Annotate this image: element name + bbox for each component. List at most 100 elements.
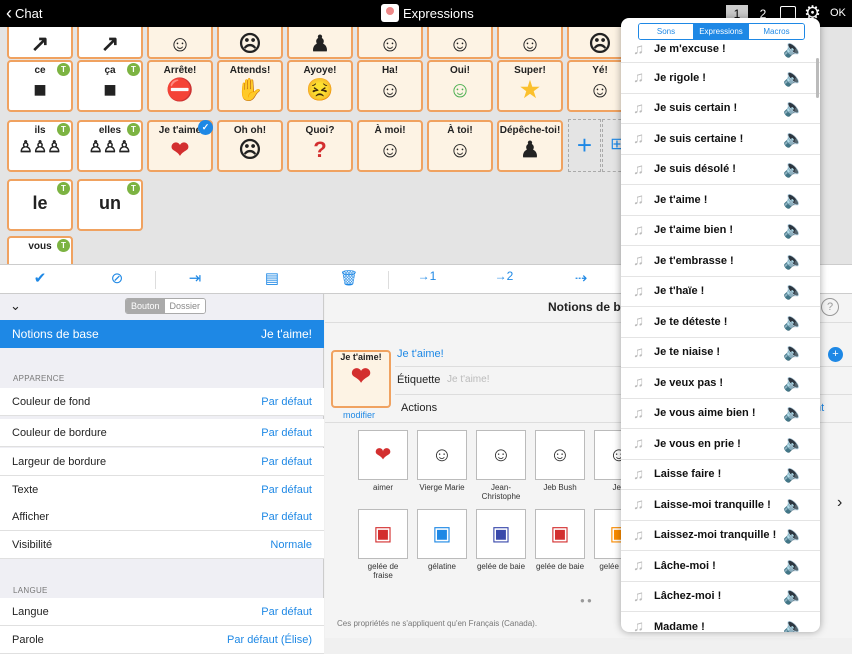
move-one-button[interactable]: →1 [412,269,442,283]
etiquette-input[interactable]: Je t'aime! [447,374,489,385]
grid-cell-un[interactable]: un T [77,179,143,231]
list-item[interactable]: ♫ Je vous aime bien ! 🔈 [621,399,820,429]
list-item[interactable]: ♫ Je t'aime ! 🔈 [621,185,820,216]
segment-expressions[interactable]: Expressions [694,24,749,39]
grid-cell-oui[interactable]: Oui! ☺ [427,60,493,112]
segment-dossier[interactable]: Dossier [164,299,206,313]
grid-cell[interactable]: ☺ [357,27,423,59]
speaker-icon[interactable]: 🔈 [783,190,804,210]
speaker-icon[interactable]: 🔈 [783,129,804,149]
prop-row[interactable]: Texte Par défaut [0,476,324,504]
selected-row[interactable]: Notions de base Je t'aime! [0,320,324,348]
speaker-icon[interactable]: 🔈 [783,556,804,576]
grid-cell[interactable]: ↗ [7,27,73,59]
speaker-icon[interactable]: 🔈 [783,98,804,118]
ok-button[interactable]: OK [830,7,846,19]
list-item[interactable]: ♫ Laisse-moi tranquille ! 🔈 [621,490,820,521]
list-item[interactable]: ♫ Je t'embrasse ! 🔈 [621,246,820,277]
speaker-icon[interactable]: 🔈 [783,220,804,240]
grid-cell-oh-oh[interactable]: Oh oh! ☹ [217,120,283,172]
grid-cell[interactable]: ☺ [427,27,493,59]
list-item[interactable]: ♫ Laissez-moi tranquille ! 🔈 [621,521,820,551]
grid-cell-attends[interactable]: Attends! ✋ [217,60,283,112]
import-icon[interactable]: ⇥ [180,269,210,287]
check-icon[interactable]: ✔ [25,269,55,287]
list-item[interactable]: ♫ Je te déteste ! 🔈 [621,307,820,338]
grid-cell-vous[interactable]: vous T [7,236,73,264]
speaker-icon[interactable]: 🔈 [783,586,804,606]
grid-cell-ils[interactable]: ils ♙♙♙ T [7,120,73,172]
chevron-down-icon[interactable]: ⌄ [10,298,21,314]
image-result[interactable]: ▣ gelée de fraise [358,509,408,580]
grid-cell-ha[interactable]: Ha! ☺ [357,60,423,112]
grid-cell-elles[interactable]: elles ♙♙♙ T [77,120,143,172]
list-item[interactable]: ♫ Madame ! 🔈 [621,612,820,632]
list-item[interactable]: ♫ Je veux pas ! 🔈 [621,368,820,399]
speaker-icon[interactable]: 🔈 [783,39,804,59]
image-result[interactable]: ▣ gelée de baie [476,509,526,571]
grid-cell-ayoye[interactable]: Ayoye! 😣 [287,60,353,112]
type-segment[interactable]: Bouton Dossier [125,298,207,314]
prop-row[interactable]: Couleur de bordure Par défaut [0,419,324,447]
list-item[interactable]: ♫ Je suis désolé ! 🔈 [621,155,820,185]
speaker-icon[interactable]: 🔈 [783,617,804,632]
list-item[interactable]: ♫ Lâchez-moi ! 🔈 [621,582,820,612]
speaker-icon[interactable]: 🔈 [783,281,804,301]
message-field[interactable]: Je t'aime! [397,348,444,360]
grid-cell[interactable]: ♟ [287,27,353,59]
speaker-icon[interactable]: 🔈 [783,159,804,179]
grid-cell-je-taime[interactable]: Je t'aime ❤ ✓ [147,120,213,172]
hide-icon[interactable]: ⊘ [102,269,132,287]
grid-cell-a-toi[interactable]: À toi! ☺ [427,120,493,172]
prop-row[interactable]: Langue Par défaut [0,598,324,626]
grid-cell-ca[interactable]: ça ■ T [77,60,143,112]
image-result[interactable]: ▣ gelée de baie [535,509,585,571]
grid-cell-le[interactable]: le T [7,179,73,231]
list-item[interactable]: ♫ Je te niaise ! 🔈 [621,338,820,368]
grid-cell-depeche-toi[interactable]: Dépêche-toi! ♟ [497,120,563,172]
grid-cell-super[interactable]: Super! ★ [497,60,563,112]
list-item[interactable]: ♫ Je t'aime bien ! 🔈 [621,216,820,246]
prop-row[interactable]: Afficher Par défaut [0,503,324,531]
list-item[interactable]: ♫ Je m'excuse ! 🔈 [621,39,820,63]
prop-row[interactable]: Visibilité Normale [0,531,324,559]
image-result[interactable]: ☺ Vierge Marie [417,430,467,492]
speaker-icon[interactable]: 🔈 [783,434,804,454]
image-result[interactable]: ▣ gélatine [417,509,467,571]
grid-cell-quoi[interactable]: Quoi?? [287,120,353,172]
list-item[interactable]: ♫ Je suis certain ! 🔈 [621,94,820,124]
prop-row[interactable]: Largeur de bordure Par défaut [0,448,324,476]
prop-row[interactable]: Couleur de fond Par défaut [0,388,324,416]
button-preview[interactable]: Je t'aime! ❤ [331,350,391,408]
grid-cell-ce[interactable]: ce ■ T [7,60,73,112]
grid-cell[interactable]: ☺ [497,27,563,59]
list-item[interactable]: ♫ Je vous en prie ! 🔈 [621,429,820,460]
add-button[interactable]: + [568,119,601,172]
grid-cell-a-moi[interactable]: À moi! ☺ [357,120,423,172]
trash-icon[interactable]: 🗑 [334,269,364,287]
speaker-icon[interactable]: 🔈 [783,251,804,271]
list-item[interactable]: ♫ Je suis certaine ! 🔈 [621,124,820,155]
back-button[interactable]: ‹ Chat [6,4,42,22]
image-result[interactable]: ❤ aimer [358,430,408,492]
list-item[interactable]: ♫ Laisse faire ! 🔈 [621,460,820,490]
speaker-icon[interactable]: 🔈 [783,495,804,515]
grid-cell[interactable]: ↗ [77,27,143,59]
speaker-icon[interactable]: 🔈 [783,464,804,484]
list-item[interactable]: ♫ Je rigole ! 🔈 [621,63,820,94]
speaker-icon[interactable]: 🔈 [783,403,804,423]
speaker-icon[interactable]: 🔈 [783,312,804,332]
grid-cell-arrete[interactable]: Arrête! ⛔ [147,60,213,112]
segment-bouton[interactable]: Bouton [126,299,165,313]
grid-cell[interactable]: ☹ [217,27,283,59]
add-message-icon[interactable]: + [828,347,843,362]
move-two-button[interactable]: →2 [489,269,519,283]
help-icon[interactable]: ? [821,298,839,316]
scrollbar[interactable] [816,58,819,98]
prop-row[interactable]: Parole Par défaut (Élise) [0,626,324,654]
segment-sons[interactable]: Sons [639,24,694,39]
popover-segment[interactable]: Sons Expressions Macros [638,23,805,40]
list-item[interactable]: ♫ Lâche-moi ! 🔈 [621,551,820,582]
paste-icon[interactable]: ▤ [257,269,287,287]
grid-cell[interactable]: ☺ [147,27,213,59]
